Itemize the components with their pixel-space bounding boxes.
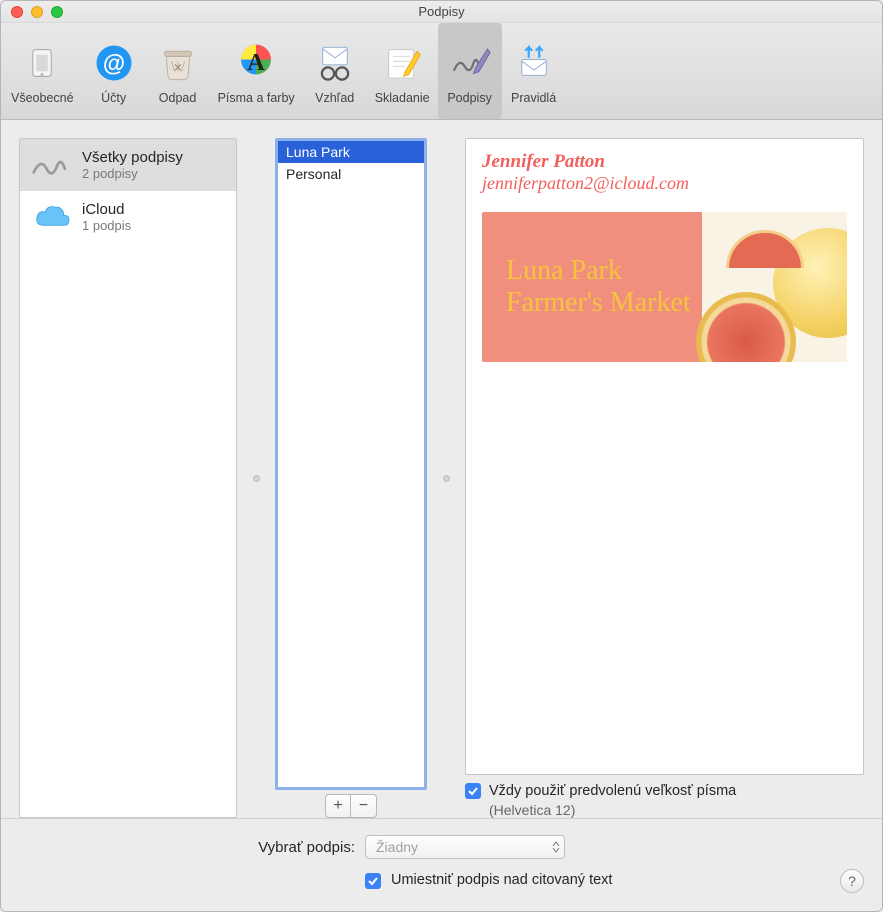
default-font-sub: (Helvetica 12) <box>489 802 736 818</box>
place-above-row: Umiestniť podpis nad citovaný text ? <box>19 869 864 893</box>
tab-viewing[interactable]: Vzhľad <box>303 23 367 119</box>
help-button[interactable]: ? <box>840 869 864 893</box>
banner-line1: Luna Park <box>506 255 702 287</box>
default-font-label: Vždy použiť predvolenú veľkosť písma <box>489 783 736 800</box>
accounts-list: Všetky podpisy 2 podpisy iCloud 1 podpis <box>19 138 237 818</box>
tab-composing[interactable]: Skladanie <box>367 23 438 119</box>
toolbar: Všeobecné @ Účty ✕ Odpad <box>1 23 882 120</box>
choose-signature-select[interactable]: Žiadny <box>365 835 565 859</box>
rules-icon <box>510 39 558 87</box>
account-text: iCloud 1 podpis <box>82 201 131 233</box>
tab-label: Odpad <box>159 91 197 105</box>
default-font-checkbox[interactable] <box>465 783 481 799</box>
tab-label: Pravidlá <box>511 91 556 105</box>
select-value: Žiadny <box>376 839 418 855</box>
tab-label: Podpisy <box>447 91 491 105</box>
place-above-label: Umiestniť podpis nad citovaný text <box>391 872 612 889</box>
banner-line2: Farmer's Market <box>506 287 702 319</box>
tab-label: Skladanie <box>375 91 430 105</box>
tab-label: Vzhľad <box>315 91 354 105</box>
tab-signatures[interactable]: Podpisy <box>438 23 502 119</box>
svg-text:✕: ✕ <box>173 61 183 74</box>
tab-label: Všeobecné <box>11 91 74 105</box>
titlebar[interactable]: Podpisy <box>1 1 882 23</box>
choose-signature-label: Vybrať podpis: <box>19 839 355 856</box>
account-icloud[interactable]: iCloud 1 podpis <box>20 191 236 243</box>
add-remove-buttons: + − <box>275 794 427 818</box>
signature-icon <box>30 147 74 183</box>
signature-item-luna-park[interactable]: Luna Park <box>278 141 424 163</box>
trash-icon: ✕ <box>154 39 202 87</box>
preview-column: Jennifer Patton jenniferpatton2@icloud.c… <box>465 138 864 818</box>
chevron-up-down-icon <box>552 841 560 853</box>
banner-image <box>702 212 847 362</box>
account-title: Všetky podpisy <box>82 149 183 166</box>
composing-icon <box>378 39 426 87</box>
pane-divider[interactable] <box>251 138 261 818</box>
signature-item-personal[interactable]: Personal <box>278 163 424 185</box>
account-text: Všetky podpisy 2 podpisy <box>82 149 183 181</box>
fonts-colors-icon: A <box>232 39 280 87</box>
account-title: iCloud <box>82 201 131 218</box>
tab-accounts[interactable]: @ Účty <box>82 23 146 119</box>
preferences-window: Podpisy Všeobecné @ Účty ✕ Odpad <box>0 0 883 912</box>
preview-banner: Luna Park Farmer's Market <box>482 212 847 362</box>
preview-name: Jennifer Patton <box>482 151 847 173</box>
window-title: Podpisy <box>1 4 882 19</box>
add-signature-button[interactable]: + <box>325 794 351 818</box>
viewing-icon <box>311 39 359 87</box>
signature-preview[interactable]: Jennifer Patton jenniferpatton2@icloud.c… <box>465 138 864 775</box>
tab-label: Písma a farby <box>218 91 295 105</box>
svg-text:A: A <box>247 49 265 76</box>
tab-label: Účty <box>101 91 126 105</box>
at-icon: @ <box>90 39 138 87</box>
choose-signature-row: Vybrať podpis: Žiadny <box>19 835 864 859</box>
account-subtitle: 1 podpis <box>82 218 131 233</box>
signatures-column: Luna Park Personal + − <box>275 138 427 818</box>
signature-list[interactable]: Luna Park Personal <box>275 138 427 790</box>
tab-fonts-colors[interactable]: A Písma a farby <box>210 23 303 119</box>
account-all-signatures[interactable]: Všetky podpisy 2 podpisy <box>20 139 236 191</box>
default-font-option: Vždy použiť predvolenú veľkosť písma (He… <box>465 783 864 818</box>
cloud-icon <box>30 199 74 235</box>
place-above-checkbox[interactable] <box>365 873 381 889</box>
account-subtitle: 2 podpisy <box>82 166 183 181</box>
footer: Vybrať podpis: Žiadny Umiestniť podpis n… <box>1 818 882 911</box>
signature-icon <box>446 39 494 87</box>
tab-general[interactable]: Všeobecné <box>3 23 82 119</box>
remove-signature-button[interactable]: − <box>351 794 377 818</box>
pane-divider[interactable] <box>441 138 451 818</box>
content-area: Všetky podpisy 2 podpisy iCloud 1 podpis <box>1 120 882 911</box>
default-font-text: Vždy použiť predvolenú veľkosť písma (He… <box>489 783 736 818</box>
preview-email: jenniferpatton2@icloud.com <box>482 173 847 194</box>
fruit-slice-icon <box>726 230 804 268</box>
svg-text:@: @ <box>102 50 124 76</box>
tab-rules[interactable]: Pravidlá <box>502 23 566 119</box>
tab-junk[interactable]: ✕ Odpad <box>146 23 210 119</box>
banner-text: Luna Park Farmer's Market <box>482 212 702 362</box>
gear-icon <box>18 39 66 87</box>
panels: Všetky podpisy 2 podpisy iCloud 1 podpis <box>1 120 882 818</box>
